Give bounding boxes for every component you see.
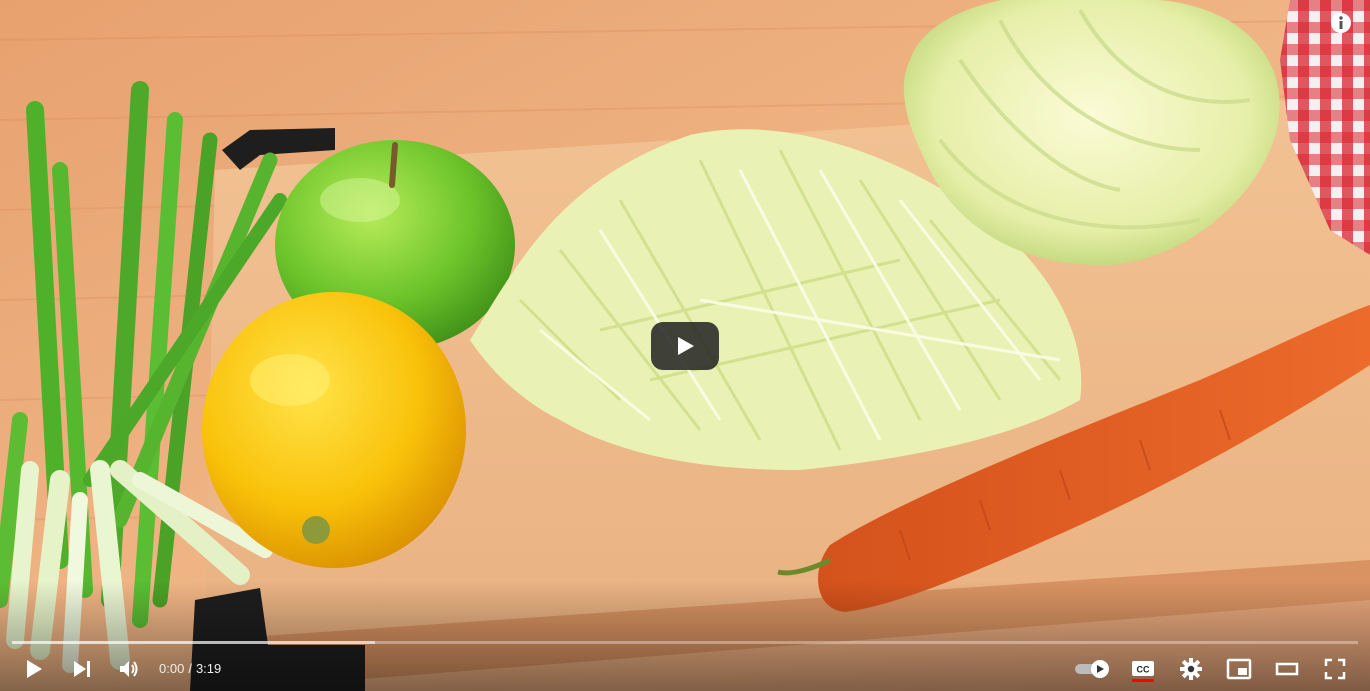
gear-icon bbox=[1180, 658, 1202, 680]
play-button[interactable] bbox=[18, 653, 50, 685]
volume-icon bbox=[120, 661, 138, 677]
big-play-icon bbox=[678, 337, 694, 355]
fullscreen-button[interactable] bbox=[1320, 653, 1350, 685]
captions-button[interactable]: CC bbox=[1128, 653, 1158, 685]
time-display: 0:00 / 3:19 bbox=[159, 660, 221, 678]
autoplay-toggle-icon bbox=[1075, 660, 1109, 678]
theater-mode-icon bbox=[1275, 662, 1299, 676]
mute-button[interactable] bbox=[113, 653, 145, 685]
settings-button[interactable] bbox=[1176, 653, 1206, 685]
time-separator: / bbox=[188, 661, 192, 676]
progress-bar[interactable] bbox=[12, 641, 1358, 644]
fullscreen-icon bbox=[1324, 658, 1346, 680]
theater-mode-button[interactable] bbox=[1272, 653, 1302, 685]
svg-text:CC: CC bbox=[1137, 665, 1150, 675]
skip-next-icon bbox=[74, 661, 90, 677]
video-player[interactable]: 0:00 / 3:19 CC bbox=[0, 0, 1370, 691]
miniplayer-icon bbox=[1226, 658, 1252, 680]
info-button[interactable] bbox=[1330, 12, 1352, 34]
duration: 3:19 bbox=[195, 661, 222, 676]
autoplay-toggle[interactable] bbox=[1074, 653, 1110, 685]
current-time: 0:00 bbox=[159, 661, 185, 676]
next-button[interactable] bbox=[66, 653, 98, 685]
play-icon bbox=[27, 660, 42, 678]
large-play-button[interactable] bbox=[651, 322, 719, 370]
info-icon bbox=[1331, 13, 1351, 33]
cc-icon: CC bbox=[1132, 661, 1154, 682]
progress-loaded bbox=[12, 641, 376, 644]
miniplayer-button[interactable] bbox=[1224, 653, 1254, 685]
